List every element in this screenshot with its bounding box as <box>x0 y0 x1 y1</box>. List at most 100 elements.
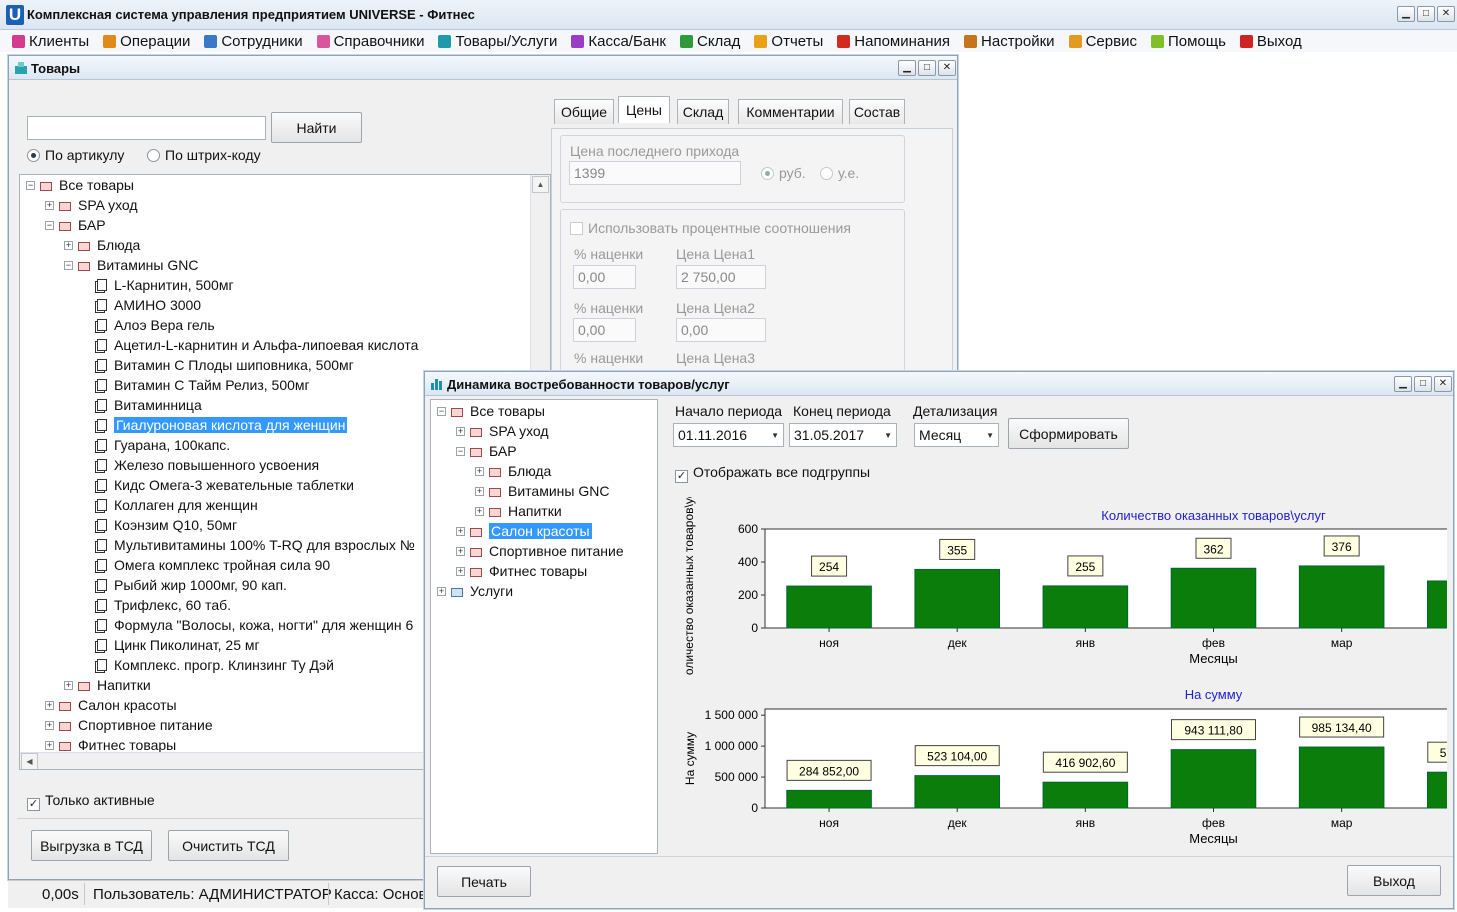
tree-item[interactable]: + Напитки <box>64 675 151 695</box>
tree-item[interactable]: + Фитнес товары <box>456 561 587 581</box>
expand-icon[interactable]: + <box>437 586 446 596</box>
tree-item[interactable]: Коэнзим Q10, 50мг <box>83 515 237 535</box>
tree-item[interactable]: Рыбий жир 1000мг, 90 кап. <box>83 575 287 595</box>
last-price-input[interactable]: 1399 <box>569 161 741 185</box>
collapse-icon[interactable]: − <box>456 446 465 456</box>
tree-item[interactable]: Мультивитамины 100% T-RQ для взрослых № <box>83 535 415 555</box>
menu-item-7[interactable]: Отчеты <box>754 33 823 50</box>
tree-item[interactable]: Омега комплекс тройная сила 90 <box>83 555 330 575</box>
tree-item[interactable]: + Витамины GNC <box>475 481 609 501</box>
tree-item[interactable]: Витамин С Тайм Релиз, 500мг <box>83 375 310 395</box>
tree-item[interactable]: Витамин С Плоды шиповника, 500мг <box>83 355 354 375</box>
tab-4[interactable]: Состав <box>849 99 905 124</box>
price1-input[interactable]: 2 750,00 <box>676 265 766 289</box>
minimize-icon[interactable]: ▁ <box>898 60 916 76</box>
tab-0[interactable]: Общие <box>554 99 614 124</box>
tab-3[interactable]: Комментарии <box>738 99 843 124</box>
tree-item[interactable]: АМИНО 3000 <box>83 295 201 315</box>
print-button[interactable]: Печать <box>437 866 531 897</box>
collapse-icon[interactable]: − <box>45 220 54 230</box>
chevron-down-icon[interactable]: ▼ <box>884 431 892 440</box>
tree-item[interactable]: − Все товары <box>437 401 545 421</box>
menu-item-9[interactable]: Настройки <box>964 33 1055 50</box>
tree-item[interactable]: + Спортивное питание <box>456 541 624 561</box>
tree-item[interactable]: Трифлекс, 60 таб. <box>83 595 231 615</box>
currency-ue-option[interactable]: у.е. <box>820 165 859 181</box>
tree-item[interactable]: Алоэ Вера гель <box>83 315 215 335</box>
start-period-date-picker[interactable]: 01.11.2016 ▼ <box>673 423 784 447</box>
collapse-icon[interactable]: − <box>64 260 73 270</box>
expand-icon[interactable]: + <box>64 680 73 690</box>
search-by-article-option[interactable]: По артикулу <box>27 147 124 163</box>
collapse-icon[interactable]: − <box>26 180 35 190</box>
tree-item[interactable]: Кидс Омега-3 жевательные таблетки <box>83 475 354 495</box>
markup1-input[interactable]: 0,00 <box>573 265 636 289</box>
menu-item-3[interactable]: Справочники <box>316 33 424 50</box>
build-report-button[interactable]: Сформировать <box>1008 418 1129 449</box>
chevron-down-icon[interactable]: ▼ <box>771 431 779 440</box>
menu-item-10[interactable]: Сервис <box>1068 33 1137 50</box>
tree-item[interactable]: + Услуги <box>437 581 513 601</box>
markup2-input[interactable]: 0,00 <box>573 318 636 342</box>
menu-item-5[interactable]: Касса/Банк <box>571 33 666 50</box>
maximize-icon[interactable]: □ <box>1414 376 1432 392</box>
tree-item[interactable]: − БАР <box>45 215 106 235</box>
expand-icon[interactable]: + <box>475 486 484 496</box>
clear-tsd-button[interactable]: Очистить ТСД <box>168 830 289 861</box>
dynamics-exit-button[interactable]: Выход <box>1347 865 1441 896</box>
menu-item-0[interactable]: Клиенты <box>12 33 89 50</box>
expand-icon[interactable]: + <box>475 506 484 516</box>
tree-item[interactable]: + Напитки <box>475 501 562 521</box>
menu-item-1[interactable]: Операции <box>103 33 190 50</box>
menu-item-4[interactable]: Товары/Услуги <box>438 33 557 50</box>
expand-icon[interactable]: + <box>45 700 54 710</box>
tree-item[interactable]: − БАР <box>456 441 517 461</box>
expand-icon[interactable]: + <box>45 740 54 750</box>
scroll-up-icon[interactable]: ▲ <box>532 176 549 193</box>
tree-item[interactable]: + Спортивное питание <box>45 715 213 735</box>
menu-item-6[interactable]: Склад <box>679 33 740 50</box>
maximize-icon[interactable]: □ <box>918 60 936 76</box>
minimize-icon[interactable]: ▁ <box>1394 376 1412 392</box>
maximize-icon[interactable]: □ <box>1417 6 1435 22</box>
menu-item-2[interactable]: Сотрудники <box>204 33 303 50</box>
search-by-barcode-option[interactable]: По штрих-коду <box>147 147 261 163</box>
tree-item[interactable]: − Витамины GNC <box>64 255 198 275</box>
tree-item[interactable]: − Все товары <box>26 175 134 195</box>
scroll-left-icon[interactable]: ◀ <box>21 753 38 769</box>
expand-icon[interactable]: + <box>456 526 465 536</box>
only-active-checkbox[interactable]: ✓ Только активные <box>27 792 155 811</box>
tree-item[interactable]: Формула "Волосы, кожа, ногти" для женщин… <box>83 615 413 635</box>
tree-item[interactable]: Ацетил-L-карнитин и Альфа-липоевая кисло… <box>83 335 418 355</box>
tree-item[interactable]: Комплекс. прогр. Клинзинг Ту Дэй <box>83 655 334 675</box>
expand-icon[interactable]: + <box>456 546 465 556</box>
goods-search-input[interactable] <box>27 116 266 140</box>
tree-item[interactable]: Цинк Пиколинат, 25 мг <box>83 635 260 655</box>
close-icon[interactable]: ✕ <box>1434 376 1452 392</box>
tree-item[interactable]: + SPA уход <box>456 421 549 441</box>
tree-item[interactable]: + SPA уход <box>45 195 138 215</box>
expand-icon[interactable]: + <box>64 240 73 250</box>
expand-icon[interactable]: + <box>475 466 484 476</box>
tree-item[interactable]: + Салон красоты <box>45 695 177 715</box>
expand-icon[interactable]: + <box>45 720 54 730</box>
menu-item-12[interactable]: Выход <box>1239 33 1302 50</box>
close-icon[interactable]: ✕ <box>1437 6 1455 22</box>
show-all-subgroups-checkbox[interactable]: ✓ Отображать все подгруппы <box>675 464 870 483</box>
expand-icon[interactable]: + <box>456 566 465 576</box>
export-tsd-button[interactable]: Выгрузка в ТСД <box>31 830 152 861</box>
tree-item[interactable]: + Салон красоты <box>456 521 592 541</box>
tree-item[interactable]: Гуарана, 100капс. <box>83 435 230 455</box>
tree-item[interactable]: Коллаген для женщин <box>83 495 258 515</box>
menu-item-8[interactable]: Напоминания <box>837 33 950 50</box>
find-button[interactable]: Найти <box>271 112 362 143</box>
tree-item[interactable]: + Блюда <box>64 235 140 255</box>
tree-item[interactable]: L-Карнитин, 500мг <box>83 275 234 295</box>
tree-item[interactable]: + Блюда <box>475 461 551 481</box>
price2-input[interactable]: 0,00 <box>676 318 766 342</box>
end-period-date-picker[interactable]: 31.05.2017 ▼ <box>789 423 897 447</box>
use-percent-checkbox[interactable]: Использовать процентные соотношения <box>570 220 851 236</box>
tree-item[interactable]: Витаминница <box>83 395 202 415</box>
tree-item[interactable]: Железо повышенного усвоения <box>83 455 319 475</box>
tab-1[interactable]: Цены <box>618 96 670 123</box>
